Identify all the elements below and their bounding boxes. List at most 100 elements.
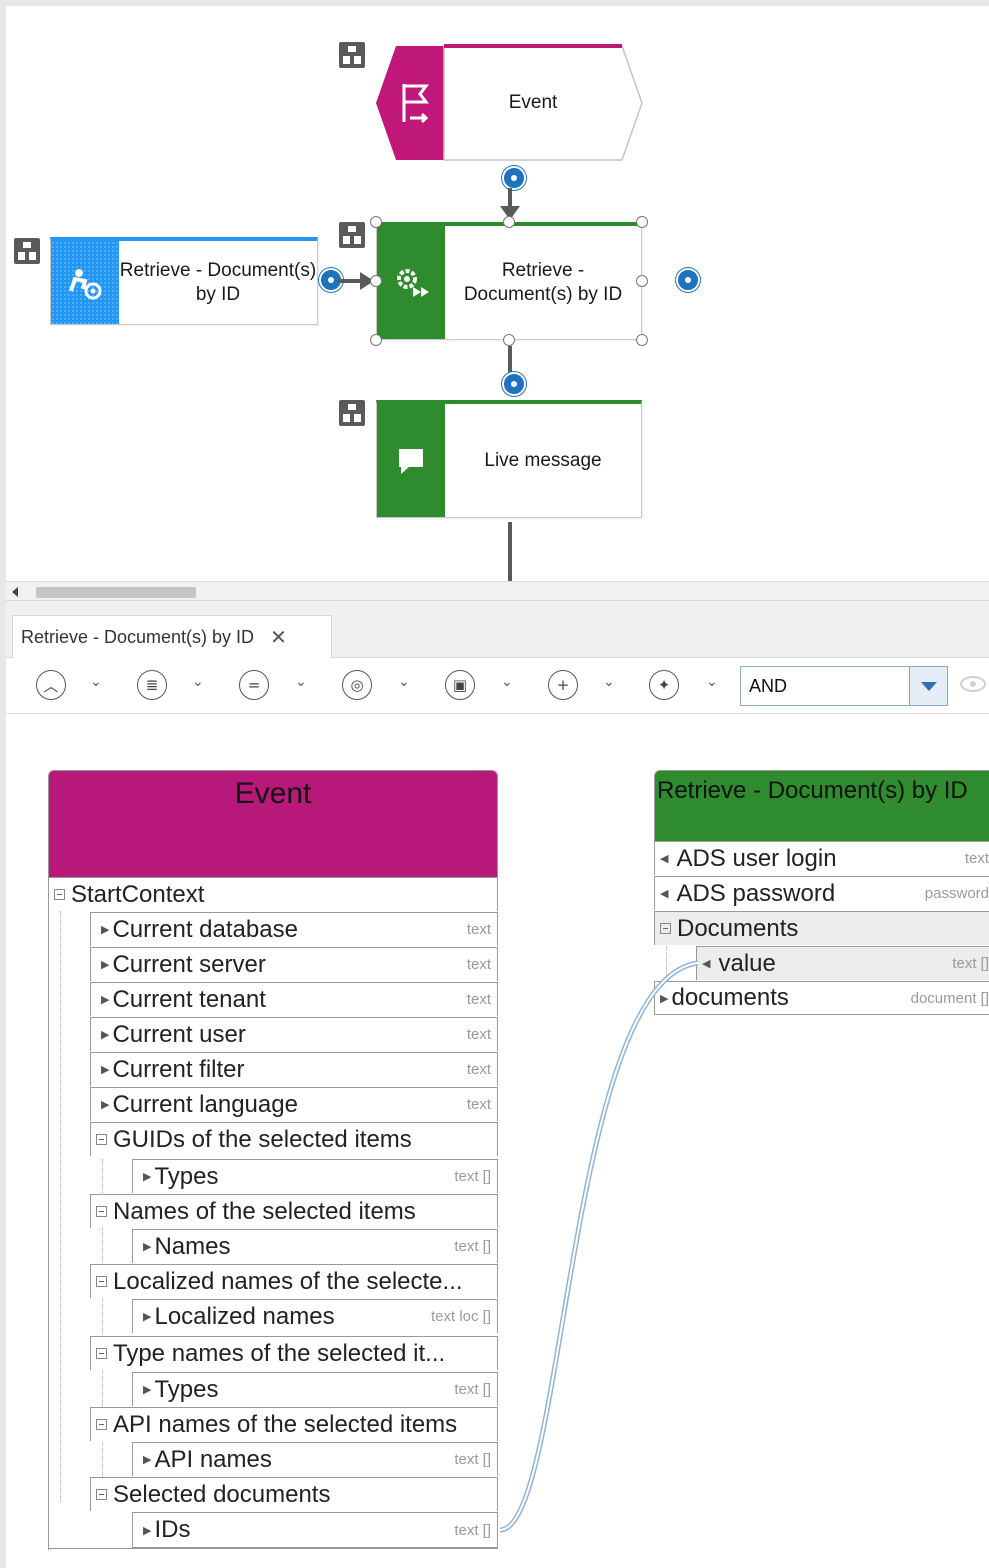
tree-row[interactable]: ▶ Types text [] <box>132 1159 498 1193</box>
scroll-left-icon[interactable] <box>12 587 18 597</box>
eye-icon[interactable] <box>960 676 986 692</box>
resize-handle[interactable] <box>503 334 515 346</box>
chevron-down-icon[interactable]: ⌄ <box>603 674 615 690</box>
collapse-icon[interactable] <box>660 923 671 934</box>
input-group-row[interactable]: Documents <box>654 911 989 945</box>
resize-handle[interactable] <box>370 334 382 346</box>
tree-row[interactable]: ▶ Localized names text loc [] <box>132 1299 498 1333</box>
close-icon[interactable]: ✕ <box>270 625 287 650</box>
collapse-icon[interactable] <box>96 1348 107 1359</box>
target-icon[interactable]: ◎ <box>342 670 372 700</box>
function-table-header: Retrieve - Document(s) by ID <box>654 770 989 842</box>
assignment-icon[interactable] <box>339 42 365 68</box>
function-object-center[interactable]: Retrieve - Document(s) by ID <box>376 222 642 340</box>
collapse-icon[interactable] <box>54 889 65 900</box>
resize-handle[interactable] <box>503 216 515 228</box>
horizontal-scrollbar[interactable] <box>6 581 989 600</box>
chevron-down-icon[interactable]: ⌄ <box>192 674 204 690</box>
tree-guide-line <box>666 946 667 981</box>
chevron-down-icon[interactable]: ⌄ <box>295 674 307 690</box>
dropdown-arrow-icon[interactable] <box>909 667 947 705</box>
tree-group-row[interactable]: Selected documents <box>90 1477 498 1511</box>
scrollbar-thumb[interactable] <box>36 587 196 598</box>
event-object-label: Event <box>508 92 558 113</box>
tree-row[interactable]: ▶ Names text [] <box>132 1229 498 1263</box>
row-label: Types <box>154 1162 219 1190</box>
tree-row[interactable]: ▶ Types text [] <box>132 1372 498 1406</box>
chevron-down-icon[interactable]: ⌄ <box>398 674 410 690</box>
tree-group-row[interactable]: Type names of the selected it... <box>90 1336 498 1370</box>
resize-handle[interactable] <box>636 334 648 346</box>
table-border <box>48 911 49 1550</box>
assignment-icon[interactable] <box>14 238 40 264</box>
add-icon[interactable]: + <box>548 670 578 700</box>
collapse-icon[interactable] <box>96 1134 107 1145</box>
chat-bubble-icon <box>377 404 445 517</box>
row-label: Current server <box>112 950 266 978</box>
function-object-left[interactable]: Retrieve - Document(s) by ID <box>50 237 318 325</box>
assignment-icon[interactable] <box>339 222 365 248</box>
tree-group-row[interactable]: Localized names of the selecte... <box>90 1264 498 1298</box>
row-label: IDs <box>154 1516 191 1543</box>
operator-select[interactable]: AND <box>740 666 948 706</box>
collapse-up-icon[interactable]: ︿ <box>36 670 66 700</box>
chevron-down-icon[interactable]: ⌄ <box>90 674 102 690</box>
row-label: Current language <box>112 1090 298 1118</box>
resize-handle[interactable] <box>370 275 382 287</box>
collapse-icon[interactable] <box>96 1419 107 1430</box>
magic-icon[interactable]: ✦ <box>649 670 679 700</box>
row-label: API names <box>154 1445 272 1473</box>
connection-point[interactable] <box>502 372 526 396</box>
tree-row[interactable]: ▶ Current server text <box>90 947 498 981</box>
tree-row[interactable]: ▶ Current filter text <box>90 1052 498 1086</box>
row-label: StartContext <box>71 880 205 908</box>
row-label: API names of the selected items <box>113 1410 458 1438</box>
tree-row[interactable]: ▶ Current database text <box>90 912 498 946</box>
resize-handle[interactable] <box>636 216 648 228</box>
row-label: Types <box>154 1375 219 1403</box>
live-message-object[interactable]: Live message <box>376 400 642 518</box>
chevron-down-icon[interactable]: ⌄ <box>501 674 513 690</box>
live-message-label: Live message <box>484 449 602 471</box>
input-row[interactable]: ◀ ADS user login text <box>654 841 989 875</box>
input-row[interactable]: ◀ ADS password password <box>654 876 989 910</box>
row-label: GUIDs of the selected items <box>113 1125 412 1153</box>
function-mapping-table: Retrieve - Document(s) by ID ◀ ADS user l… <box>654 770 989 1020</box>
tree-row[interactable]: ▶ API names text [] <box>132 1442 498 1476</box>
equals-icon[interactable]: = <box>239 670 269 700</box>
assignment-icon[interactable] <box>339 400 365 426</box>
function-left-label: Retrieve - Document(s) by ID <box>119 259 317 305</box>
tab-bar: Retrieve - Document(s) by ID ✕ <box>6 600 989 659</box>
process-diagram-canvas[interactable]: Event Retrieve - Document(s) by ID Retri… <box>0 0 989 600</box>
row-label: Localized names of the selecte... <box>113 1267 463 1295</box>
collapse-icon[interactable] <box>96 1206 107 1217</box>
row-label: Current user <box>112 1020 246 1048</box>
save-icon[interactable]: ▣ <box>445 670 475 700</box>
chevron-down-icon[interactable]: ⌄ <box>706 674 718 690</box>
collapse-icon[interactable] <box>96 1276 107 1287</box>
row-label: Current filter <box>112 1055 245 1083</box>
row-type: text loc [] <box>430 1308 491 1325</box>
input-row[interactable]: ▶ documents document [] <box>654 981 989 1015</box>
gear-play-icon <box>377 226 445 339</box>
tree-group-row[interactable]: Names of the selected items <box>90 1194 498 1228</box>
connection-point[interactable] <box>502 166 526 190</box>
tree-row-startcontext[interactable]: StartContext <box>48 877 498 911</box>
tree-group-row[interactable]: GUIDs of the selected items <box>90 1122 498 1156</box>
input-row-value[interactable]: ◀ value text [] <box>696 946 989 980</box>
tree-row-ids[interactable]: ▶ IDs text [] <box>132 1512 498 1548</box>
tree-row[interactable]: ▶ Current tenant text <box>90 982 498 1016</box>
collapse-icon[interactable] <box>96 1489 107 1500</box>
resize-handle[interactable] <box>370 216 382 228</box>
row-label: Localized names <box>154 1302 335 1330</box>
row-label: ADS password <box>676 879 836 907</box>
resize-handle[interactable] <box>636 275 648 287</box>
tab-retrieve-documents[interactable]: Retrieve - Document(s) by ID ✕ <box>12 615 332 659</box>
data-flow-panel: Retrieve - Document(s) by ID ✕ ︿ ⌄ ≣ ⌄ =… <box>0 600 989 1568</box>
connection-point[interactable] <box>676 268 700 292</box>
tree-row[interactable]: ▶ Current language text <box>90 1087 498 1121</box>
tree-group-row[interactable]: API names of the selected items <box>90 1407 498 1441</box>
tree-row[interactable]: ▶ Current user text <box>90 1017 498 1051</box>
row-type: text <box>466 1061 491 1078</box>
list-icon[interactable]: ≣ <box>137 670 167 700</box>
